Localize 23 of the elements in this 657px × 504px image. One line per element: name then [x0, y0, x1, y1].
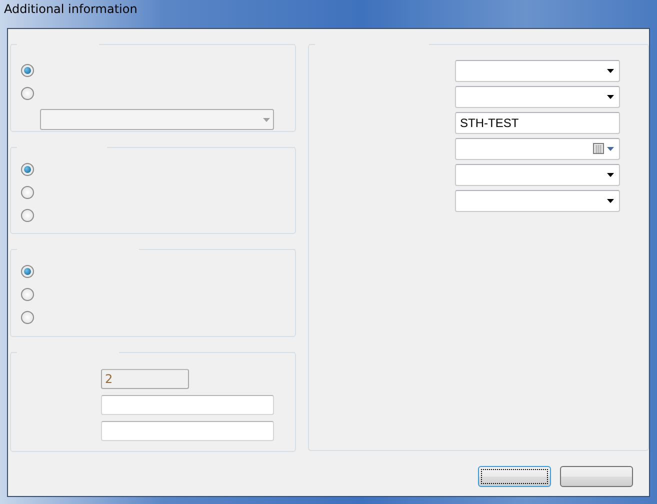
- dropdown-arrow-icon[interactable]: [607, 69, 614, 73]
- radio-button[interactable]: [21, 87, 34, 100]
- date-field[interactable]: [455, 138, 620, 160]
- dropdown-field[interactable]: [455, 60, 620, 82]
- input-field[interactable]: [101, 395, 274, 415]
- dialog-button[interactable]: [478, 466, 551, 487]
- radio-button[interactable]: [21, 209, 34, 222]
- dropdown-arrow-icon[interactable]: [607, 95, 614, 99]
- text-field[interactable]: STH-TEST: [455, 112, 620, 134]
- radio-button[interactable]: [21, 186, 34, 199]
- radio-button[interactable]: [21, 288, 34, 301]
- radio-button[interactable]: [21, 64, 34, 77]
- window-title: Additional information: [4, 2, 138, 16]
- radio-button[interactable]: [21, 265, 34, 278]
- radio-button[interactable]: [21, 311, 34, 324]
- dropdown-arrow-icon[interactable]: [607, 199, 614, 203]
- dropdown-arrow-icon[interactable]: [607, 173, 614, 177]
- dropdown-field[interactable]: [455, 164, 620, 186]
- dropdown-field[interactable]: [455, 86, 620, 108]
- calendar-icon[interactable]: [593, 143, 605, 155]
- input-field[interactable]: [101, 421, 274, 441]
- radio-button[interactable]: [21, 163, 34, 176]
- dropdown-field[interactable]: [455, 190, 620, 212]
